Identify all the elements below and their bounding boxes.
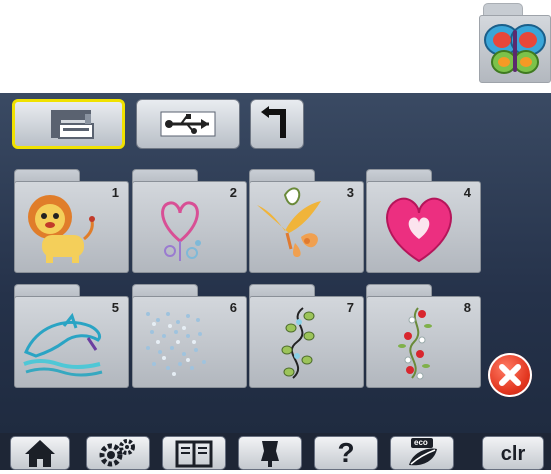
dolphin-design-icon	[23, 312, 103, 377]
lion-design-icon	[28, 195, 95, 263]
usb-icon	[160, 111, 216, 137]
design-number: 7	[346, 300, 354, 315]
dotted-pattern-design-icon	[146, 312, 206, 376]
help-button[interactable]: ?	[314, 436, 378, 470]
embroidery-machine-icon	[51, 110, 94, 139]
settings-gears-icon	[99, 439, 135, 467]
close-icon	[499, 364, 521, 386]
butterfly-icon	[484, 24, 546, 74]
home-button[interactable]	[10, 436, 70, 470]
design-selection-panel: 1 2 3 4 5 6 7 8	[0, 93, 551, 433]
design-number: 1	[111, 185, 119, 200]
usb-button[interactable]	[136, 99, 240, 149]
design-folder-1[interactable]: 1	[14, 169, 129, 273]
floral-border-design-icon	[398, 307, 432, 380]
design-folder-8[interactable]: 8	[366, 284, 481, 388]
design-number: 6	[229, 300, 237, 315]
eco-label: eco	[414, 438, 428, 447]
home-icon	[25, 440, 55, 467]
dress-form-icon	[261, 441, 279, 467]
heart-outline-design-icon	[161, 201, 201, 261]
design-folder-3[interactable]: 3	[249, 169, 364, 273]
selected-design-folder[interactable]	[479, 3, 551, 83]
design-number: 2	[229, 185, 237, 200]
creative-consultant-button[interactable]	[238, 436, 302, 470]
vine-border-design-icon	[281, 307, 315, 379]
book-icon	[175, 440, 213, 468]
clr-label: clr	[500, 443, 526, 465]
design-number: 8	[463, 300, 471, 315]
question-mark-icon: ?	[337, 437, 355, 468]
folder-body	[479, 15, 551, 83]
clear-button[interactable]: clr	[482, 436, 544, 470]
close-button[interactable]	[488, 353, 532, 397]
flower-design-icon	[257, 187, 321, 257]
design-folder-6[interactable]: 6	[132, 284, 247, 388]
design-number: 4	[463, 185, 471, 200]
setup-button[interactable]	[86, 436, 150, 470]
design-folder-4[interactable]: 4	[366, 169, 481, 273]
machine-memory-button[interactable]	[12, 99, 125, 149]
tutorial-button[interactable]	[162, 436, 226, 470]
design-folder-7[interactable]: 7	[249, 284, 364, 388]
bottom-navigation-bar: ? eco clr	[0, 433, 551, 470]
design-folder-5[interactable]: 5	[14, 284, 129, 388]
lace-heart-design-icon	[386, 197, 452, 263]
design-number: 3	[346, 185, 354, 200]
back-button[interactable]	[250, 99, 304, 149]
back-arrow-icon	[261, 106, 286, 138]
eco-button[interactable]: eco	[390, 436, 454, 470]
design-folder-2[interactable]: 2	[132, 169, 247, 273]
